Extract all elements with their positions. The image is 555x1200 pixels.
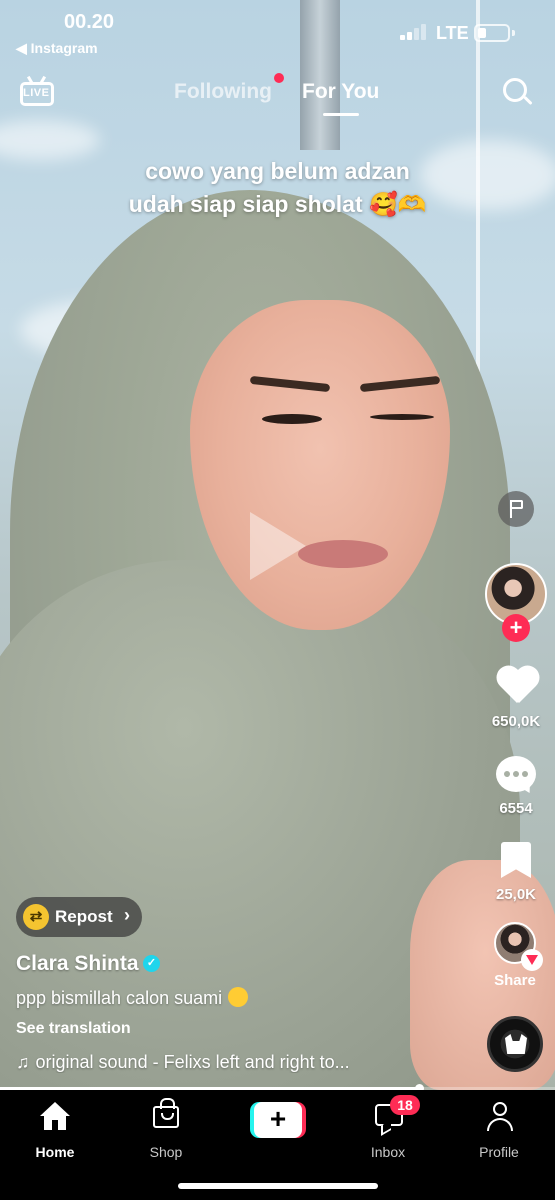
inbox-badge: 18	[390, 1095, 420, 1115]
like-count: 650,0K	[491, 713, 541, 730]
search-icon[interactable]	[503, 78, 533, 108]
music-note-icon: ♫	[16, 1052, 30, 1072]
tower-pole	[300, 0, 340, 150]
tab-shop-label: Shop	[149, 1144, 183, 1160]
live-icon[interactable]: LIVE	[20, 75, 54, 106]
back-to-app-link[interactable]: ◀ Instagram	[16, 40, 98, 57]
sound-cover-icon	[505, 1034, 527, 1054]
repost-icon: ⇄	[23, 904, 49, 930]
home-icon	[40, 1102, 70, 1130]
save-count: 25,0K	[495, 886, 537, 903]
battery-icon	[474, 24, 510, 42]
new-content-dot	[274, 73, 284, 83]
video-caption-line-1: cowo yang belum adzan	[145, 158, 410, 184]
tab-following[interactable]: Following	[174, 80, 272, 104]
network-label: LTE	[436, 23, 469, 43]
status-time: 00.20	[64, 11, 115, 33]
tab-home-label: Home	[35, 1144, 75, 1160]
follow-button[interactable]: +	[502, 614, 530, 642]
live-label: LIVE	[23, 87, 50, 99]
heart-icon[interactable]	[495, 667, 539, 707]
share-icon[interactable]	[521, 949, 543, 971]
tab-profile-label: Profile	[479, 1144, 519, 1160]
see-translation-link[interactable]: See translation	[16, 1020, 131, 1038]
post-description: ppp bismillah calon suami	[16, 987, 249, 1009]
creator-username[interactable]: Clara Shinta	[16, 952, 139, 976]
flag-icon[interactable]	[498, 491, 534, 527]
left-eye	[262, 414, 322, 424]
verified-icon: ✓	[143, 955, 160, 972]
emoji-icon	[228, 987, 249, 1007]
share-label[interactable]: Share	[480, 972, 550, 989]
chevron-right-icon: ›	[124, 905, 130, 925]
active-tab-indicator	[323, 113, 359, 116]
signal-icon	[400, 24, 428, 40]
repost-button[interactable]: ⇄ Repost ›	[16, 897, 142, 937]
comment-count: 6554	[499, 800, 533, 817]
right-eye	[370, 414, 434, 420]
home-indicator	[178, 1183, 378, 1189]
battery-tip	[512, 30, 515, 36]
sound-title: original sound - Felixs left and right t…	[35, 1052, 350, 1072]
profile-icon	[487, 1102, 513, 1132]
lips	[298, 540, 388, 568]
tab-inbox-label: Inbox	[370, 1144, 406, 1160]
post-description-text: ppp bismillah calon suami	[16, 988, 223, 1008]
create-icon: +	[254, 1102, 302, 1138]
sky-cloud	[0, 120, 100, 160]
comment-icon[interactable]	[496, 756, 536, 792]
sound-disc[interactable]	[487, 1016, 543, 1072]
tab-for-you[interactable]: For You	[302, 80, 379, 104]
sound-link[interactable]: ♫ original sound - Felixs left and right …	[16, 1052, 416, 1073]
shop-bag-icon	[153, 1098, 179, 1128]
video-caption-line-2: udah siap siap sholat 🥰🫶	[128, 191, 427, 217]
create-button[interactable]: +	[250, 1102, 306, 1138]
repost-label: Repost	[55, 907, 113, 926]
play-icon[interactable]	[250, 512, 306, 580]
